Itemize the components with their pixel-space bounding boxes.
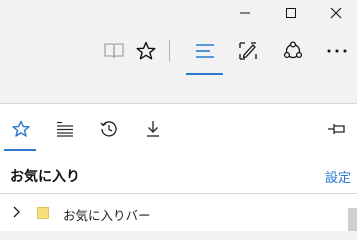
favorites-header: お気に入り 設定 xyxy=(0,156,357,192)
book-icon xyxy=(104,43,124,59)
minimize-button[interactable] xyxy=(222,0,268,26)
download-icon xyxy=(147,121,159,137)
maximize-button[interactable] xyxy=(268,0,314,26)
chevron-right-icon[interactable] xyxy=(10,205,24,219)
toolbar-separator xyxy=(169,40,170,62)
hub-panel: お気に入り 設定 お気に入りバー xyxy=(0,103,357,231)
hub-active-indicator xyxy=(186,73,223,75)
settings-link[interactable]: 設定 xyxy=(325,167,351,186)
pen-icon xyxy=(239,42,257,60)
reading-list-icon xyxy=(57,121,73,137)
history-icon xyxy=(100,121,117,137)
tab-reading-list[interactable] xyxy=(48,112,82,146)
star-icon xyxy=(12,120,30,137)
list-item[interactable]: お気に入りバー xyxy=(0,200,340,226)
hub-lines-icon xyxy=(196,44,214,58)
header-divider xyxy=(0,193,357,194)
scrollbar[interactable] xyxy=(348,208,357,231)
more-icon xyxy=(327,49,347,53)
list-item-label: お気に入りバー xyxy=(63,208,151,223)
minimize-icon xyxy=(240,12,250,14)
star-icon xyxy=(136,41,156,60)
share-icon xyxy=(283,41,303,59)
folder-icon xyxy=(37,207,49,219)
web-note-button[interactable] xyxy=(232,35,264,67)
title-bar xyxy=(0,0,357,28)
tab-favorites[interactable] xyxy=(4,112,38,146)
panel-title: お気に入り xyxy=(10,169,80,185)
tab-history[interactable] xyxy=(92,112,126,146)
share-button[interactable] xyxy=(277,35,309,67)
maximize-icon xyxy=(286,8,296,18)
close-button[interactable] xyxy=(313,0,357,26)
more-button[interactable] xyxy=(321,35,353,67)
reading-view-button[interactable] xyxy=(98,35,130,67)
browser-toolbar xyxy=(0,28,357,74)
tab-downloads[interactable] xyxy=(136,112,170,146)
hub-tabs xyxy=(0,104,357,156)
pin-icon xyxy=(328,124,345,134)
tab-favorites-indicator xyxy=(4,149,36,151)
close-icon xyxy=(330,7,342,19)
add-favorite-button[interactable] xyxy=(130,35,162,67)
hub-button[interactable] xyxy=(189,35,221,67)
pin-button[interactable] xyxy=(320,112,354,146)
